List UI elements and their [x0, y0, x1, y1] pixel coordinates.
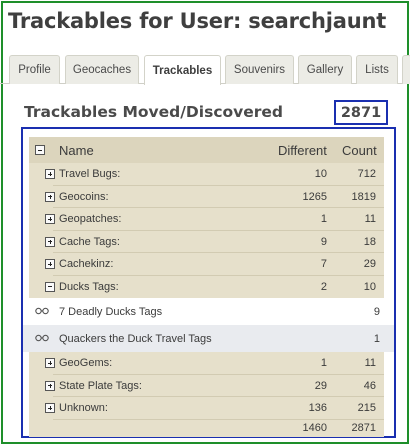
column-header-count[interactable]: Count: [342, 137, 377, 163]
table-header: Name Different Count: [29, 137, 384, 163]
expand-icon[interactable]: [45, 236, 55, 247]
row-name: Unknown:: [59, 402, 108, 415]
list-item[interactable]: Quackers the Duck Travel Tags 1: [23, 325, 394, 352]
list-item[interactable]: 7 Deadly Ducks Tags 9: [23, 298, 394, 325]
row-name: Cachekinz:: [59, 258, 114, 271]
sub-row-name[interactable]: Quackers the Duck Travel Tags: [59, 325, 212, 352]
column-header-name[interactable]: Name: [59, 137, 94, 163]
tab-profile[interactable]: Profile: [9, 55, 60, 84]
expand-icon[interactable]: [45, 259, 55, 269]
row-count: 10: [363, 280, 376, 293]
row-name: Geopatches:: [59, 213, 122, 226]
column-header-different[interactable]: Different: [278, 137, 327, 163]
row-different: 2: [320, 280, 327, 293]
row-count: 215: [357, 402, 376, 415]
table-row[interactable]: GeoGems: 1 11: [29, 352, 384, 375]
total-count: 2871: [334, 100, 388, 125]
section-title: Trackables Moved/Discovered: [24, 103, 284, 121]
row-different: 1: [320, 357, 327, 370]
row-count: 46: [363, 379, 376, 392]
sub-row-name[interactable]: 7 Deadly Ducks Tags: [59, 298, 162, 325]
table-row[interactable]: Unknown: 136 215: [29, 397, 384, 420]
total-count-cell: 2871: [351, 422, 376, 434]
tab-overflow[interactable]: [402, 55, 410, 84]
expand-icon[interactable]: [45, 380, 55, 391]
row-count: 712: [357, 168, 376, 181]
expand-icon[interactable]: [45, 214, 55, 224]
tab-gallery[interactable]: Gallery: [298, 55, 352, 84]
row-count: 29: [363, 258, 376, 271]
row-name: GeoGems:: [59, 357, 113, 370]
table-row[interactable]: Geopatches: 1 11: [29, 208, 384, 231]
row-different: 1265: [302, 190, 327, 203]
collapse-icon[interactable]: [45, 281, 55, 292]
row-name: Travel Bugs:: [59, 168, 121, 181]
expand-icon[interactable]: [45, 403, 55, 413]
sub-row-count: 9: [373, 305, 380, 318]
row-different: 29: [314, 379, 327, 392]
table-totals-row: 1460 2871: [29, 419, 384, 437]
row-name: Ducks Tags:: [59, 280, 119, 293]
tab-lists[interactable]: Lists: [356, 55, 398, 84]
tab-geocaches[interactable]: Geocaches: [65, 55, 139, 84]
row-different: 1: [320, 213, 327, 226]
glasses-icon: [35, 334, 49, 342]
expand-icon[interactable]: [45, 169, 55, 179]
sub-row-count: 1: [373, 332, 380, 345]
table-row[interactable]: Cache Tags: 9 18: [29, 230, 384, 253]
row-different: 136: [308, 402, 327, 415]
tab-souvenirs[interactable]: Souvenirs: [225, 55, 294, 84]
trackables-table: Name Different Count Travel Bugs: 10 712…: [21, 127, 396, 438]
collapse-all-icon[interactable]: [35, 145, 45, 155]
row-different: 7: [320, 258, 327, 271]
table-row[interactable]: State Plate Tags: 29 46: [29, 374, 384, 397]
row-different: 9: [320, 235, 327, 248]
total-different: 1460: [302, 422, 327, 434]
glasses-icon: [35, 307, 49, 315]
row-count: 11: [364, 213, 376, 226]
table-row[interactable]: Travel Bugs: 10 712: [29, 163, 384, 186]
row-name: Geocoins:: [59, 190, 109, 203]
row-different: 10: [314, 168, 327, 181]
table-row[interactable]: Cachekinz: 7 29: [29, 253, 384, 276]
table-row[interactable]: Ducks Tags: 2 10: [29, 275, 384, 298]
page-title: Trackables for User: searchjaunt: [8, 9, 387, 33]
tab-trackables[interactable]: Trackables: [144, 55, 221, 85]
expand-icon[interactable]: [45, 358, 55, 368]
row-name: Cache Tags:: [59, 235, 120, 248]
row-count: 18: [363, 235, 376, 248]
expand-icon[interactable]: [45, 191, 55, 202]
table-row[interactable]: Geocoins: 1265 1819: [29, 185, 384, 208]
row-name: State Plate Tags:: [59, 379, 142, 392]
row-count: 1819: [351, 190, 376, 203]
row-count: 11: [364, 357, 376, 370]
profile-tabs: Profile Geocaches Trackables Souvenirs G…: [0, 51, 410, 85]
